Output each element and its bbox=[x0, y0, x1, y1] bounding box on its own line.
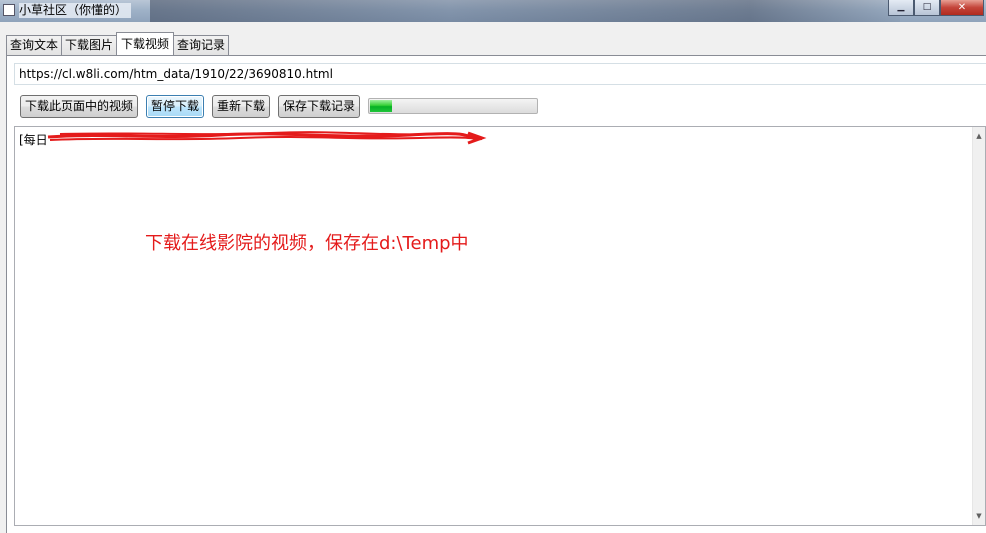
log-scrollbar[interactable]: ▲ ▼ bbox=[972, 127, 985, 525]
download-progress-bar bbox=[368, 98, 539, 114]
tab-query-text[interactable]: 查询文本 bbox=[6, 35, 63, 55]
app-window: 小草社区（你懂的） ▁ □ ✕ 查询文本 下载图片 下载视频 查询记录 http… bbox=[0, 0, 986, 533]
save-log-button[interactable]: 保存下载记录 bbox=[278, 94, 361, 118]
maximize-icon[interactable]: □ bbox=[914, 0, 940, 16]
tab-query-history[interactable]: 查询记录 bbox=[173, 35, 230, 55]
red-annotation-text: 下载在线影院的视频，保存在d:\Temp中 bbox=[145, 233, 469, 254]
action-toolbar: 下载此页面中的视频 暂停下载 重新下载 保存下载记录 bbox=[20, 94, 539, 118]
app-icon bbox=[3, 4, 15, 16]
window-title: 小草社区（你懂的） bbox=[19, 3, 132, 18]
download-videos-button[interactable]: 下载此页面中的视频 bbox=[20, 94, 139, 118]
blurred-taskbar-area bbox=[150, 0, 900, 22]
close-icon[interactable]: ✕ bbox=[940, 0, 984, 16]
scroll-up-icon[interactable]: ▲ bbox=[973, 129, 985, 143]
tab-download-video[interactable]: 下载视频 bbox=[116, 32, 175, 55]
redaction-scribble bbox=[47, 131, 487, 145]
tab-strip: 查询文本 下载图片 下载视频 查询记录 bbox=[6, 32, 230, 55]
progress-fill bbox=[370, 100, 392, 112]
log-textarea[interactable]: [每日 ▲ ▼ bbox=[14, 126, 986, 526]
scroll-down-icon[interactable]: ▼ bbox=[973, 509, 985, 523]
tab-download-images[interactable]: 下载图片 bbox=[61, 35, 118, 55]
window-controls: ▁ □ ✕ bbox=[888, 0, 984, 16]
url-input[interactable]: https://cl.w8li.com/htm_data/1910/22/369… bbox=[14, 63, 986, 85]
title-bar: 小草社区（你懂的） ▁ □ ✕ bbox=[0, 0, 986, 22]
redownload-button[interactable]: 重新下载 bbox=[212, 94, 271, 118]
pause-download-button[interactable]: 暂停下载 bbox=[146, 94, 205, 118]
minimize-icon[interactable]: ▁ bbox=[888, 0, 914, 16]
